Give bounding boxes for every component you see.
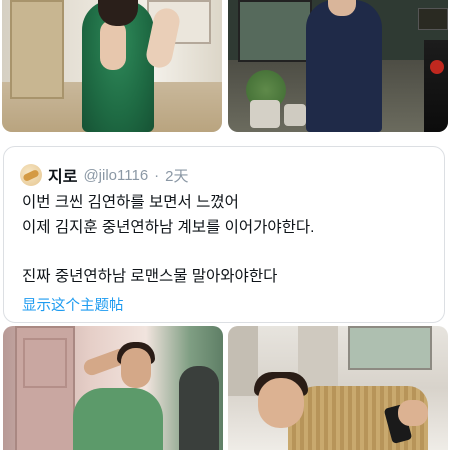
photo-woman-green-dress[interactable] — [2, 0, 222, 132]
figure-back — [100, 20, 126, 70]
tweet-line: 진짜 중년연하남 로맨스물 말아와야한다 — [22, 267, 278, 285]
background-figure — [179, 366, 219, 450]
photo-pot — [284, 104, 306, 126]
show-thread-link[interactable]: 显示这个主题帖 — [22, 294, 124, 315]
tweet-header: 지로 @jilo1116 · 2天 — [20, 163, 189, 187]
author-handle[interactable]: @jilo1116 — [83, 167, 148, 184]
photo-sign — [418, 8, 448, 30]
separator-dot: · — [154, 166, 160, 184]
photo-window — [238, 0, 312, 62]
author-name[interactable]: 지로 — [48, 163, 77, 187]
navy-suit-figure — [306, 0, 382, 132]
tweet-line: 이제 김지훈 중년연하남 계보를 이어가야한다. — [22, 218, 315, 236]
photo-window — [348, 326, 432, 370]
photo-car — [424, 40, 448, 132]
tweet-body: 이번 크씬 김연하를 보면서 느꼈어 이제 김지훈 중년연하남 계보를 이어가야… — [22, 191, 432, 289]
tweet-time[interactable]: 2天 — [165, 165, 188, 186]
door-panel — [23, 338, 67, 388]
photo-man-navy-suit[interactable] — [228, 0, 448, 132]
figure-head — [258, 378, 304, 428]
car-taillight — [430, 60, 444, 74]
photo-man-with-phone[interactable] — [228, 326, 448, 450]
photo-door — [10, 0, 64, 99]
figure-head — [121, 348, 151, 388]
tweet-line: 이번 크씬 김연하를 보면서 느꼈어 — [22, 194, 239, 211]
quoted-tweet-card[interactable]: 지로 @jilo1116 · 2天 이번 크씬 김연하를 보면서 느꼈어 이제 … — [3, 146, 445, 323]
photo-pot — [250, 100, 280, 128]
photo-man-green-tee[interactable] — [3, 326, 223, 450]
figure-hand — [398, 400, 428, 426]
avatar-icon[interactable] — [20, 164, 42, 186]
green-tee-figure — [73, 388, 163, 450]
